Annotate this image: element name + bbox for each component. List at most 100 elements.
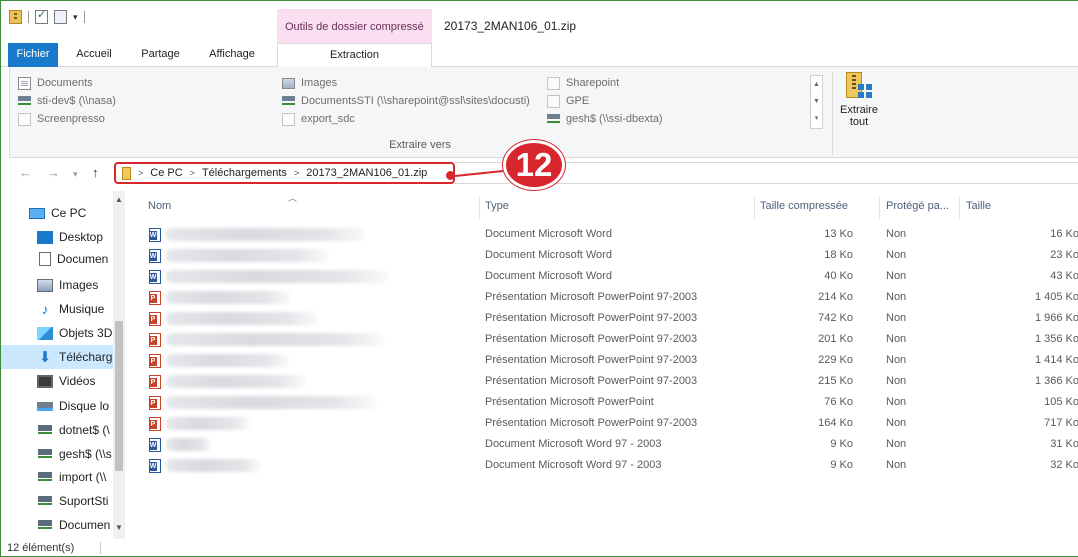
table-row[interactable]: Présentation Microsoft PowerPoint 97-200… — [126, 413, 1078, 434]
tab-extraction[interactable]: Extraction — [277, 43, 432, 68]
recent-locations-chevron-icon[interactable]: ▾ — [73, 169, 78, 180]
nav-item-desktop[interactable]: Desktop — [37, 227, 121, 247]
table-row[interactable]: Document Microsoft Word 18 Ko Non 23 Ko — [126, 245, 1078, 266]
nav-item-import[interactable]: import (\\ — [37, 467, 121, 487]
scroll-down-icon[interactable]: ▼ — [115, 523, 123, 532]
nav-item-gesh[interactable]: gesh$ (\\s — [37, 444, 121, 464]
table-row[interactable]: Document Microsoft Word 97 - 2003 9 Ko Non… — [126, 434, 1078, 455]
column-separator[interactable] — [754, 197, 755, 219]
word-file-icon — [149, 270, 161, 284]
table-row[interactable]: Présentation Microsoft PowerPoint 97-200… — [126, 371, 1078, 392]
password-protected: Non — [886, 270, 907, 282]
downloads-icon: ⬇ — [38, 348, 52, 366]
tab-accueil[interactable]: Accueil — [69, 43, 119, 67]
chevron-right-icon[interactable]: > — [138, 168, 143, 178]
network-drive-icon — [37, 425, 53, 435]
column-header-size[interactable]: Taille — [966, 191, 991, 221]
nav-item-label: Musique — [59, 302, 105, 316]
column-separator[interactable] — [959, 197, 960, 219]
table-row[interactable]: Présentation Microsoft PowerPoint 97-200… — [126, 287, 1078, 308]
nav-item-documents-network[interactable]: Documen — [37, 515, 121, 535]
breadcrumb-zip-file[interactable]: 20173_2MAN106_01.zip — [306, 167, 427, 179]
table-row[interactable]: Document Microsoft Word 97 - 2003 9 Ko Non… — [126, 455, 1078, 476]
extract-location-sharepoint[interactable]: Sharepoint — [547, 75, 619, 91]
qat-dropdown-icon[interactable]: ▾ — [73, 12, 78, 23]
extract-location-export-sdc[interactable]: export_sdc — [282, 111, 355, 127]
redacted-file-name — [166, 459, 261, 472]
ribbon-gallery-scroll[interactable]: ▲ ▼ ▾ — [810, 75, 823, 129]
column-separator[interactable] — [879, 197, 880, 219]
location-label: Documents — [37, 77, 93, 89]
nav-item-telechargements[interactable]: ⬇ Télécharg — [1, 345, 113, 369]
word-file-icon — [149, 438, 161, 452]
up-arrow-icon[interactable]: ↑ — [92, 165, 99, 180]
password-protected: Non — [886, 459, 907, 471]
tab-affichage[interactable]: Affichage — [197, 43, 267, 67]
scroll-up-icon[interactable]: ▲ — [115, 195, 123, 204]
table-row[interactable]: Présentation Microsoft PowerPoint 97-200… — [126, 329, 1078, 350]
extract-location-gesh[interactable]: gesh$ (\\ssi-dbexta) — [547, 111, 663, 127]
scroll-up-icon[interactable]: ▲ — [811, 76, 822, 93]
nav-item-label: dotnet$ (\ — [59, 423, 110, 437]
extract-location-documentssti[interactable]: DocumentsSTI (\\sharepoint@ssl\sites\doc… — [282, 93, 530, 109]
gallery-more-icon[interactable]: ▾ — [811, 110, 822, 127]
extract-location-gpe[interactable]: GPE — [547, 93, 589, 109]
chevron-right-icon[interactable]: > — [190, 168, 195, 178]
powerpoint-file-icon — [149, 312, 161, 326]
nav-item-ce-pc[interactable]: Ce PC — [29, 203, 113, 223]
extract-location-screenpresso[interactable]: Screenpresso — [18, 111, 105, 127]
breadcrumb-telechargements[interactable]: Téléchargements — [202, 167, 287, 179]
nav-item-label: Images — [59, 278, 99, 292]
file-type: Document Microsoft Word — [485, 228, 612, 240]
column-header-compressed-size[interactable]: Taille compressée — [760, 191, 848, 221]
compressed-size: 13 Ko — [824, 228, 853, 240]
extract-location-sti-dev[interactable]: sti-dev$ (\\nasa) — [18, 93, 116, 109]
window-title: 20173_2MAN106_01.zip — [444, 19, 577, 33]
table-row[interactable]: Présentation Microsoft PowerPoint 76 Ko No… — [126, 392, 1078, 413]
forward-arrow-icon[interactable]: → — [47, 165, 60, 180]
column-header-protected[interactable]: Protégé pa... — [886, 191, 949, 221]
powerpoint-file-icon — [149, 417, 161, 431]
tab-fichier[interactable]: Fichier — [8, 43, 58, 67]
nav-item-images[interactable]: Images — [37, 275, 121, 295]
column-header-type[interactable]: Type — [485, 191, 509, 221]
file-type: Présentation Microsoft PowerPoint 97-200… — [485, 312, 698, 324]
nav-item-documents[interactable]: Documen — [39, 249, 123, 269]
videos-icon — [37, 374, 53, 388]
nav-item-videos[interactable]: Vidéos — [37, 371, 121, 391]
address-breadcrumb[interactable]: > Ce PC > Téléchargements > 20173_2MAN10… — [114, 162, 455, 184]
table-row[interactable]: Document Microsoft Word 13 Ko Non 16 Ko — [126, 224, 1078, 245]
extract-location-documents[interactable]: Documents — [18, 75, 93, 91]
back-arrow-icon[interactable]: ← — [19, 165, 32, 180]
password-protected: Non — [886, 333, 907, 345]
breadcrumb-ce-pc[interactable]: Ce PC — [150, 167, 182, 179]
new-folder-icon[interactable] — [54, 10, 67, 24]
nav-item-dotnet[interactable]: dotnet$ (\ — [37, 420, 121, 440]
table-row[interactable]: Présentation Microsoft PowerPoint 97-200… — [126, 350, 1078, 371]
extract-all-button[interactable]: Extraire tout — [838, 72, 880, 136]
scroll-down-icon[interactable]: ▼ — [811, 93, 822, 110]
column-header-name[interactable]: Nom — [148, 191, 171, 221]
nav-item-disque-local[interactable]: Disque lo — [37, 396, 121, 416]
table-row[interactable]: Document Microsoft Word 40 Ko Non 43 Ko — [126, 266, 1078, 287]
table-row[interactable]: Présentation Microsoft PowerPoint 97-200… — [126, 308, 1078, 329]
nav-pane-scrollbar[interactable]: ▲ ▼ — [113, 191, 125, 539]
compressed-size: 18 Ko — [824, 249, 853, 261]
annotation-number-badge: 12 — [503, 140, 565, 190]
nav-item-objets-3d[interactable]: Objets 3D — [37, 323, 121, 343]
nav-item-musique[interactable]: ♪ Musique — [37, 299, 121, 319]
nav-item-suportsti[interactable]: SuportSti — [37, 491, 121, 511]
tab-partage[interactable]: Partage — [133, 43, 188, 67]
extract-location-images[interactable]: Images — [282, 75, 337, 91]
nav-item-label: Desktop — [59, 230, 104, 244]
redacted-file-name — [166, 396, 376, 409]
properties-icon[interactable] — [35, 8, 48, 24]
file-type: Présentation Microsoft PowerPoint — [485, 396, 654, 408]
file-type: Document Microsoft Word — [485, 270, 612, 282]
network-drive-icon — [37, 520, 53, 530]
column-separator[interactable] — [479, 197, 480, 219]
scrollbar-thumb[interactable] — [115, 321, 123, 471]
redacted-file-name — [166, 270, 388, 283]
chevron-right-icon[interactable]: > — [294, 168, 299, 178]
network-drive-icon — [37, 472, 53, 482]
